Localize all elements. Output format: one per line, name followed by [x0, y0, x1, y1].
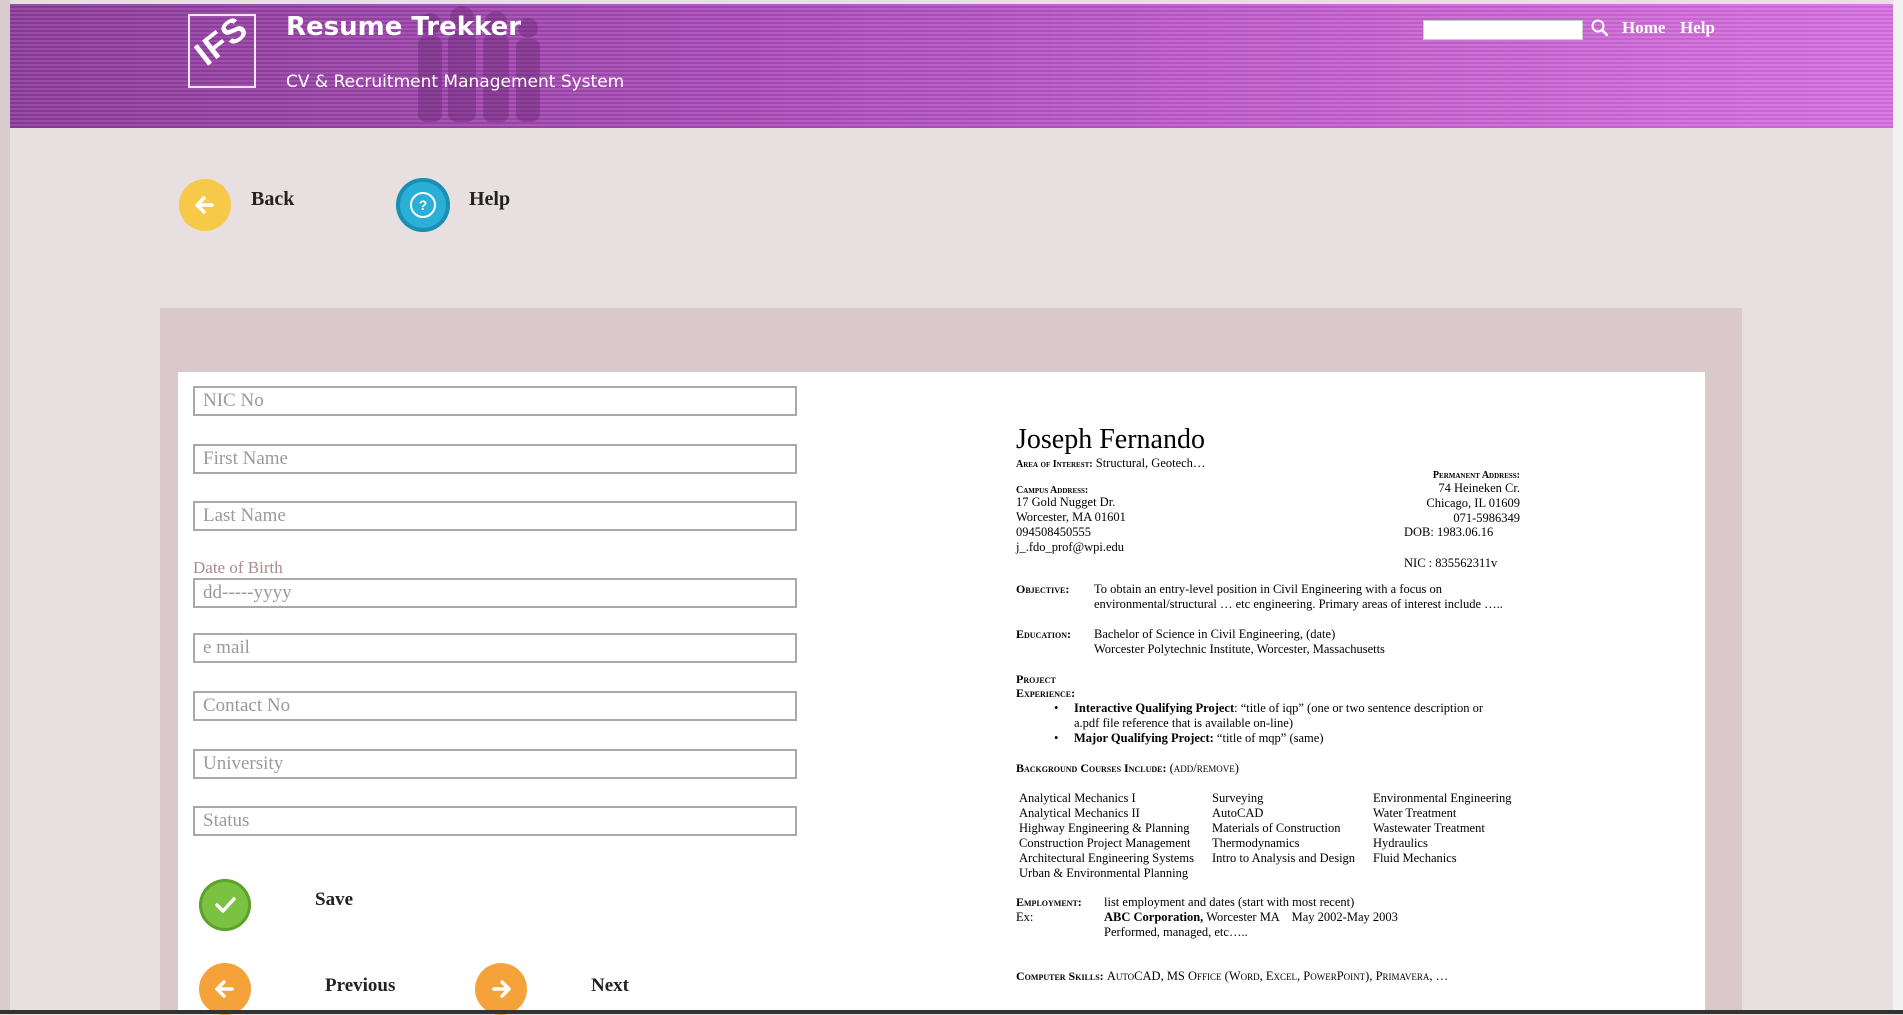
help-button[interactable]: ? — [396, 178, 450, 232]
save-label[interactable]: Save — [315, 889, 353, 911]
experience-label: Experience: — [1016, 686, 1076, 700]
bullet-mqp: • — [1054, 731, 1059, 745]
courses-col3: Environmental Engineering Water Treatmen… — [1373, 791, 1512, 866]
header-banner: IFS Resume Trekker CV & Recruitment Mana… — [10, 4, 1893, 128]
save-button[interactable] — [199, 879, 251, 931]
employment-label: Employment: — [1016, 895, 1082, 909]
nic-input[interactable] — [193, 386, 797, 416]
perm-line1: 74 Heineken Cr. — [1438, 481, 1520, 495]
dob-input[interactable] — [193, 578, 797, 608]
first-name-input[interactable] — [193, 444, 797, 474]
logo-text: IFS — [188, 14, 256, 74]
course-item: Wastewater Treatment — [1373, 821, 1485, 835]
course-item: Hydraulics — [1373, 836, 1428, 850]
arrow-left-icon — [215, 980, 234, 998]
help-label[interactable]: Help — [469, 188, 510, 211]
course-item: Materials of Construction — [1212, 821, 1341, 835]
mqp-line: Major Qualifying Project: “title of mqp”… — [1074, 731, 1324, 745]
contact-input[interactable] — [193, 691, 797, 721]
course-item: Fluid Mechanics — [1373, 851, 1457, 865]
page-left-edge — [0, 0, 10, 1014]
course-item: Analytical Mechanics I — [1019, 791, 1136, 805]
campus-line1: 17 Gold Nugget Dr. — [1016, 495, 1116, 509]
question-icon: ? — [410, 192, 436, 218]
course-item: Construction Project Management — [1019, 836, 1191, 850]
iqp-line2: a.pdf file reference that is available o… — [1074, 716, 1293, 730]
back-label[interactable]: Back — [251, 188, 294, 211]
course-item: Environmental Engineering — [1373, 791, 1512, 805]
previous-button[interactable] — [199, 963, 251, 1015]
ex-label: Ex: — [1016, 910, 1034, 924]
perm-line2: Chicago, IL 01609 — [1426, 496, 1520, 510]
course-item: Water Treatment — [1373, 806, 1457, 820]
svg-text:?: ? — [419, 197, 428, 213]
campus-email: j_.fdo_prof@wpi.edu — [1016, 540, 1125, 554]
course-item: Highway Engineering & Planning — [1019, 821, 1190, 835]
courses-heading: Background Courses Include: (add/remove) — [1016, 761, 1239, 775]
course-item: AutoCAD — [1212, 806, 1264, 820]
checkmark-icon — [215, 897, 236, 913]
app-title: Resume Trekker — [286, 12, 522, 42]
dob-label: Date of Birth — [193, 558, 283, 577]
search-input[interactable] — [1423, 20, 1583, 40]
email-input[interactable] — [193, 633, 797, 663]
help-link[interactable]: Help — [1680, 18, 1715, 38]
page-bottom-border — [0, 1010, 1903, 1014]
course-item: Analytical Mechanics II — [1019, 806, 1140, 820]
course-item: Thermodynamics — [1212, 836, 1300, 850]
last-name-input[interactable] — [193, 501, 797, 531]
ifs-logo: IFS — [188, 14, 256, 88]
course-item: Surveying — [1212, 791, 1264, 805]
status-input[interactable] — [193, 806, 797, 836]
objective-line1: To obtain an entry-level position in Civ… — [1094, 582, 1443, 596]
next-button[interactable] — [475, 963, 527, 1015]
ex-line: ABC Corporation, Worcester MA May 2002-M… — [1104, 910, 1398, 924]
next-label[interactable]: Next — [591, 975, 629, 997]
app-subtitle: CV & Recruitment Management System — [286, 72, 625, 92]
campus-phone: 094508450555 — [1016, 525, 1091, 539]
perm-phone: 071-5986349 — [1453, 511, 1520, 525]
employment-text: list employment and dates (start with mo… — [1104, 895, 1355, 909]
project-label: Project — [1016, 672, 1056, 686]
back-button[interactable] — [179, 179, 231, 231]
area-of-interest: Area of Interest: Structural, Geotech… — [1016, 456, 1206, 470]
resume-nic: NIC : 835562311v — [1404, 556, 1498, 570]
previous-label[interactable]: Previous — [325, 975, 395, 997]
courses-col1: Analytical Mechanics I Analytical Mechan… — [1019, 791, 1194, 881]
campus-line2: Worcester, MA 01601 — [1016, 510, 1126, 524]
education-label: Education: — [1016, 627, 1071, 641]
home-link[interactable]: Home — [1622, 18, 1665, 38]
resume-dob: DOB: 1983.06.16 — [1404, 525, 1494, 539]
bullet-iqp: • — [1054, 701, 1059, 715]
page-right-edge — [1893, 0, 1903, 1014]
objective-label: Objective: — [1016, 582, 1070, 596]
search-icon[interactable] — [1590, 18, 1610, 38]
objective-line2: environmental/structural … etc engineeri… — [1094, 597, 1503, 611]
ex-line2: Performed, managed, etc….. — [1104, 925, 1248, 939]
education-line2: Worcester Polytechnic Institute, Worcest… — [1094, 642, 1385, 656]
course-item: Urban & Environmental Planning — [1019, 866, 1189, 880]
university-input[interactable] — [193, 749, 797, 779]
iqp-line: Interactive Qualifying Project: “title o… — [1074, 701, 1484, 715]
education-line1: Bachelor of Science in Civil Engineering… — [1094, 627, 1336, 641]
arrow-right-icon — [492, 980, 511, 998]
arrow-left-icon — [195, 196, 214, 214]
course-item: Intro to Analysis and Design — [1212, 851, 1356, 865]
courses-col2: Surveying AutoCAD Materials of Construct… — [1212, 791, 1355, 866]
computer-skills: Computer Skills: AutoCAD, MS Office (Wor… — [1016, 969, 1449, 983]
resume-name: Joseph Fernando — [1016, 424, 1205, 455]
course-item: Architectural Engineering Systems — [1019, 851, 1194, 865]
